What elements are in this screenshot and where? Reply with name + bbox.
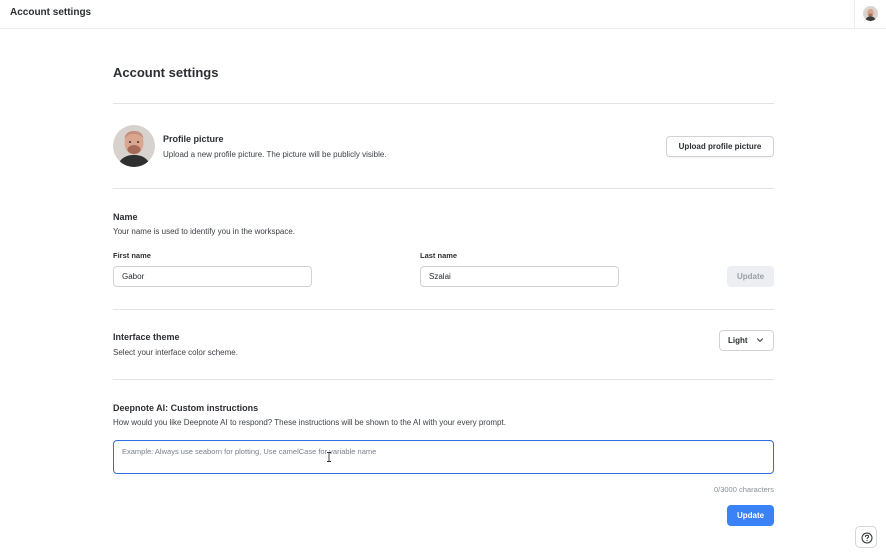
text-cursor-icon: [327, 452, 331, 462]
chevron-down-icon: [756, 338, 764, 342]
ai-instructions-description: How would you like Deepnote AI to respon…: [113, 418, 506, 427]
page-title: Account settings: [113, 65, 219, 80]
divider: [113, 309, 774, 310]
theme-select[interactable]: Light: [719, 330, 774, 351]
top-bar: Account settings: [0, 0, 886, 29]
theme-selected-value: Light: [728, 336, 748, 345]
ai-update-button[interactable]: Update: [727, 505, 774, 526]
topbar-title: Account settings: [10, 7, 92, 18]
divider: [113, 103, 774, 104]
question-icon: [861, 532, 873, 544]
profile-picture-title: Profile picture: [163, 134, 224, 144]
divider: [113, 379, 774, 380]
profile-picture-description: Upload a new profile picture. The pictur…: [163, 150, 387, 159]
divider: [113, 188, 774, 189]
character-count: 0/3000 characters: [713, 485, 774, 494]
name-update-button[interactable]: Update: [727, 266, 774, 287]
upload-profile-picture-button[interactable]: Upload profile picture: [666, 136, 774, 157]
name-section-title: Name: [113, 212, 138, 222]
ai-instructions-input[interactable]: [113, 440, 774, 474]
ai-instructions-title: Deepnote AI: Custom instructions: [113, 403, 259, 413]
user-avatar-icon[interactable]: [863, 6, 878, 21]
help-button[interactable]: [855, 526, 877, 548]
last-name-label: Last name: [420, 251, 458, 260]
first-name-field[interactable]: [113, 266, 312, 287]
profile-avatar: [113, 125, 155, 167]
interface-theme-description: Select your interface color scheme.: [113, 348, 238, 357]
last-name-field[interactable]: [420, 266, 619, 287]
topbar-avatar-button[interactable]: [854, 0, 886, 29]
interface-theme-title: Interface theme: [113, 332, 180, 342]
name-section-description: Your name is used to identify you in the…: [113, 227, 296, 236]
first-name-label: First name: [113, 251, 151, 260]
